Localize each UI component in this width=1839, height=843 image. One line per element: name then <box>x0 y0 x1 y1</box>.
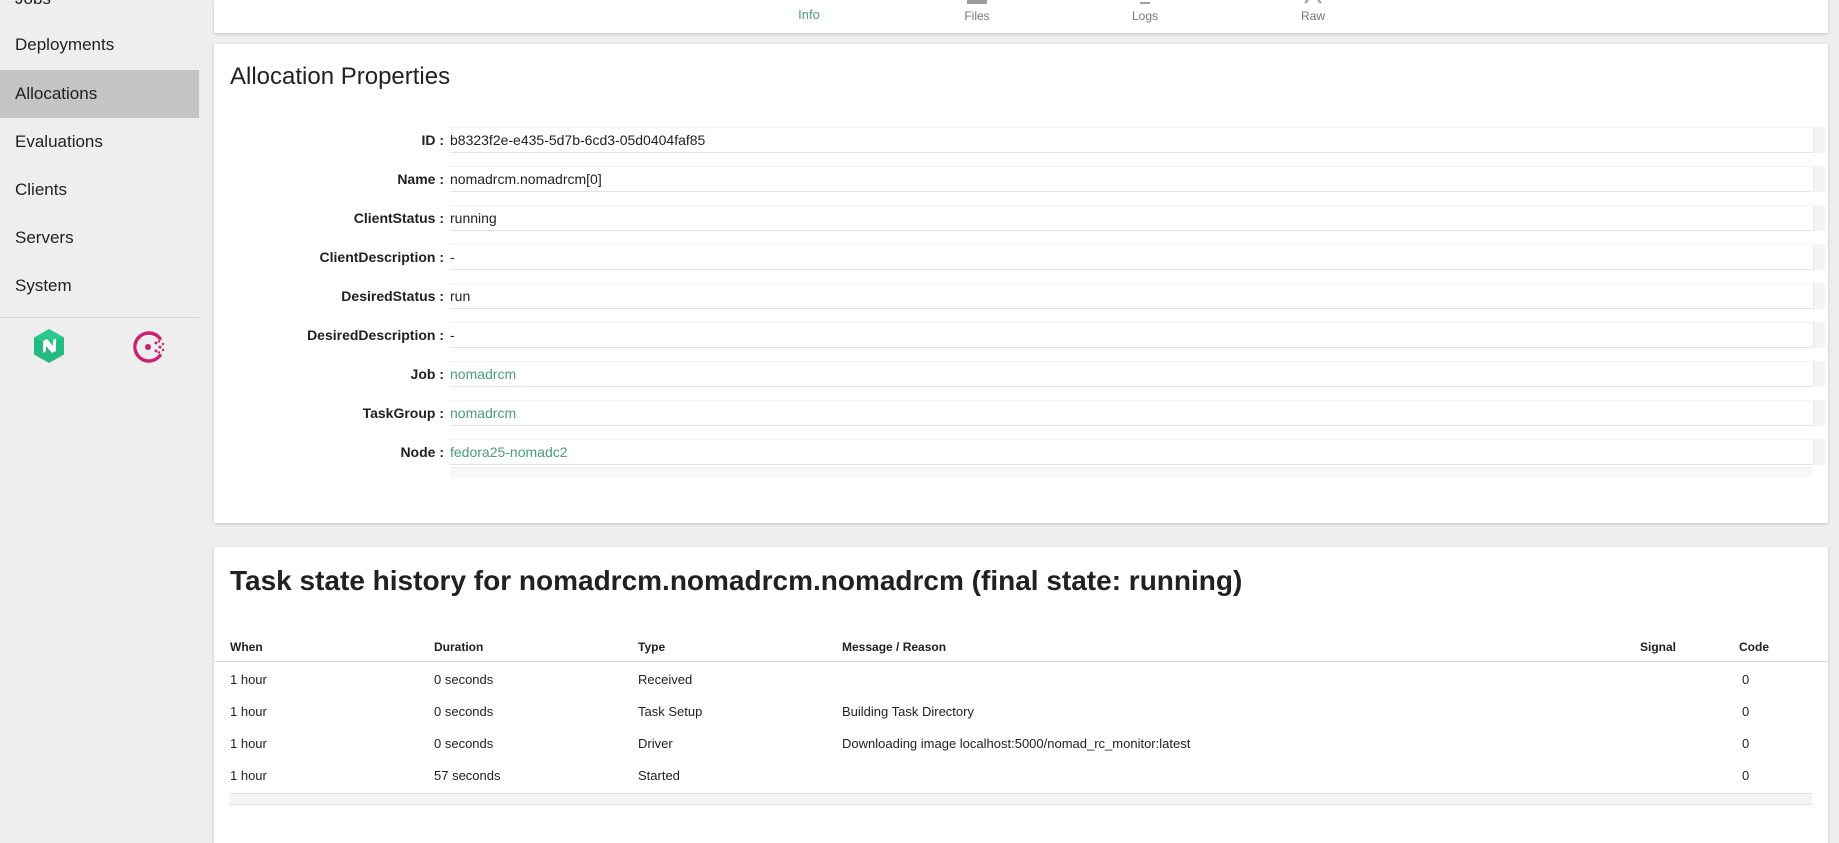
tab-files[interactable]: Files <box>937 0 1017 33</box>
sidebar-divider <box>0 317 199 318</box>
row-scrollbar[interactable] <box>1813 283 1825 309</box>
property-label: ClientStatus : <box>353 210 444 226</box>
cell-type: Started <box>638 768 680 783</box>
node-link[interactable]: fedora25-nomadc2 <box>450 439 1812 465</box>
row-scrollbar[interactable] <box>1813 244 1825 270</box>
property-label: Job : <box>410 366 444 382</box>
tab-logs[interactable]: Logs <box>1105 0 1185 33</box>
property-row-client-status: ClientStatus : running <box>214 205 1828 244</box>
cell-message: Downloading image localhost:5000/nomad_r… <box>842 736 1191 751</box>
nomad-logo-icon[interactable] <box>34 329 64 363</box>
property-row-task-group: TaskGroup : nomadrcm <box>214 400 1828 439</box>
property-value-id: b8323f2e-e435-5d7b-6cd3-05d0404faf85 <box>450 127 1812 153</box>
cell-code: 0 <box>1742 704 1750 719</box>
job-link[interactable]: nomadrcm <box>450 361 1812 387</box>
task-state-history-card: Task state history for nomadrcm.nomadrcm… <box>214 547 1828 843</box>
sidebar-item-clients[interactable]: Clients <box>0 166 199 214</box>
section-title: Task state history for nomadrcm.nomadrcm… <box>230 565 1243 596</box>
tab-raw-label: Raw <box>1300 9 1325 23</box>
detail-tabs: Info Files Logs Raw <box>214 0 1828 33</box>
property-value-client-status: running <box>450 205 1812 231</box>
property-label: Node : <box>400 444 444 460</box>
property-value-client-description: - <box>450 244 1812 270</box>
task-group-link[interactable]: nomadrcm <box>450 400 1812 426</box>
column-header-duration[interactable]: Duration <box>434 640 483 654</box>
cell-code: 0 <box>1742 768 1750 783</box>
cell-type: Task Setup <box>638 704 703 719</box>
property-label: DesiredStatus : <box>341 288 444 304</box>
property-label: ID : <box>421 132 444 148</box>
sidebar-item-allocations[interactable]: Allocations <box>0 70 199 118</box>
property-value-name: nomadrcm.nomadrcm[0] <box>450 166 1812 192</box>
property-row-id: ID : b8323f2e-e435-5d7b-6cd3-05d0404faf8… <box>214 127 1828 166</box>
table-scrollbar[interactable] <box>230 793 1812 805</box>
cell-duration: 57 seconds <box>434 768 501 783</box>
property-row-name: Name : nomadrcm.nomadrcm[0] <box>214 166 1828 205</box>
property-row-desired-description: DesiredDescription : - <box>214 322 1828 361</box>
row-scrollbar[interactable] <box>1813 166 1825 192</box>
cell-when: 1 hour <box>230 768 267 783</box>
sidebar-item-deployments[interactable]: Deployments <box>0 21 199 69</box>
cell-duration: 0 seconds <box>434 736 494 751</box>
allocation-properties-card: Allocation Properties ID : b8323f2e-e435… <box>214 44 1828 523</box>
sidebar-item-servers[interactable]: Servers <box>0 214 199 262</box>
tab-info-label: Info <box>798 7 820 22</box>
sidebar-item-system[interactable]: System <box>0 262 199 310</box>
cell-code: 0 <box>1742 736 1750 751</box>
tab-info[interactable]: Info <box>769 0 849 33</box>
column-header-code[interactable]: Code <box>1739 640 1769 654</box>
property-value-desired-description: - <box>450 322 1812 348</box>
tab-logs-label: Logs <box>1131 9 1159 23</box>
row-scrollbar[interactable] <box>1813 322 1825 348</box>
tab-raw[interactable]: Raw <box>1273 0 1353 33</box>
column-header-message[interactable]: Message / Reason <box>842 640 946 654</box>
consul-logo-icon[interactable] <box>133 331 165 363</box>
cell-type: Received <box>638 672 693 687</box>
column-header-when[interactable]: When <box>230 640 263 654</box>
table-header: When Duration Type Message / Reason Sign… <box>214 640 1828 662</box>
row-scrollbar[interactable] <box>1813 127 1825 153</box>
column-header-type[interactable]: Type <box>638 640 665 654</box>
cell-when: 1 hour <box>230 672 267 687</box>
table-row: 1 hour 57 seconds Started 0 <box>214 760 1828 792</box>
row-scrollbar[interactable] <box>1813 400 1825 426</box>
table-row: 1 hour 0 seconds Received 0 <box>214 664 1828 696</box>
row-scrollbar[interactable] <box>1813 439 1825 465</box>
page-title: Allocation Properties <box>230 63 451 90</box>
tab-files-label: Files <box>964 9 990 23</box>
row-scrollbar[interactable] <box>1813 361 1825 387</box>
cell-duration: 0 seconds <box>434 672 494 687</box>
cell-when: 1 hour <box>230 704 267 719</box>
property-label: ClientDescription : <box>319 249 444 265</box>
table-row: 1 hour 0 seconds Task Setup Building Tas… <box>214 696 1828 728</box>
property-label: DesiredDescription : <box>307 327 444 343</box>
property-row-desired-status: DesiredStatus : run <box>214 283 1828 322</box>
column-header-signal[interactable]: Signal <box>1640 640 1676 654</box>
table-row: 1 hour 0 seconds Driver Downloading imag… <box>214 728 1828 760</box>
property-label: Name : <box>397 171 444 187</box>
cell-duration: 0 seconds <box>434 704 494 719</box>
property-row-job: Job : nomadrcm <box>214 361 1828 400</box>
sidebar: Jobs Deployments Allocations Evaluations… <box>0 0 199 843</box>
property-label: TaskGroup : <box>362 405 444 421</box>
cell-code: 0 <box>1742 672 1750 687</box>
cell-when: 1 hour <box>230 736 267 751</box>
row-scrollbar[interactable] <box>1813 205 1825 231</box>
properties-scrollbar[interactable] <box>450 467 1812 478</box>
property-value-desired-status: run <box>450 283 1812 309</box>
sidebar-item-jobs[interactable]: Jobs <box>15 0 51 9</box>
property-row-client-description: ClientDescription : - <box>214 244 1828 283</box>
cell-message: Building Task Directory <box>842 704 974 719</box>
cell-type: Driver <box>638 736 673 751</box>
sidebar-item-evaluations[interactable]: Evaluations <box>0 118 199 166</box>
